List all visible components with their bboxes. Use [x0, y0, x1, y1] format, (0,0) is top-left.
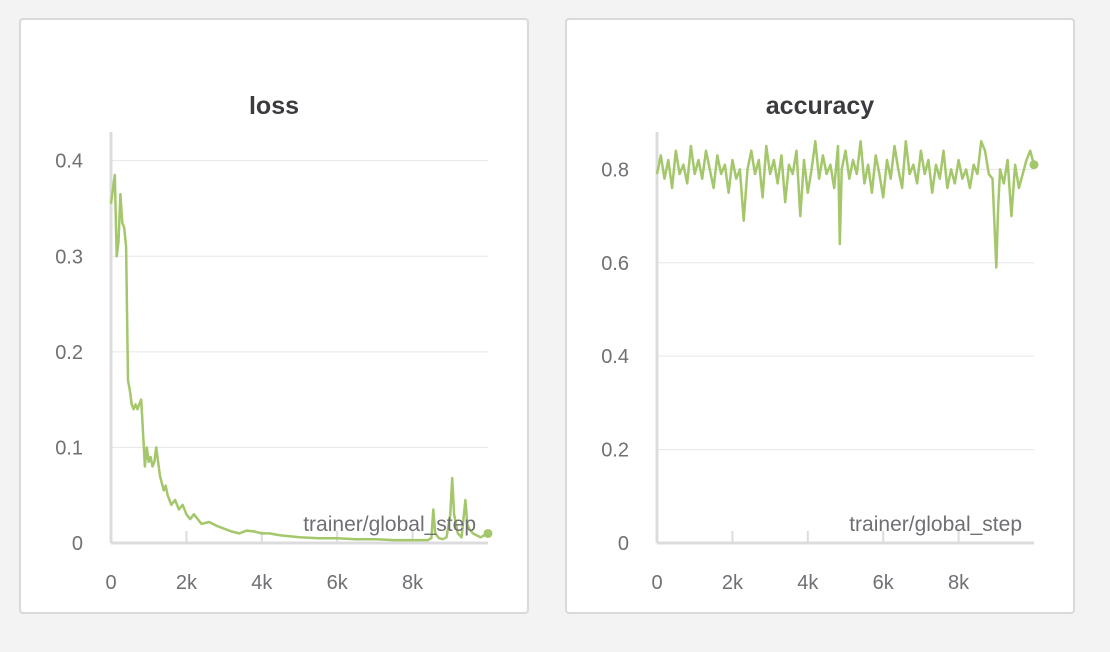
x-tick-label: 2k — [722, 572, 744, 594]
accuracy-panel: accuracy 0 0.2 0.4 0.6 0.8 0 2k 4k 6k 8k trainer/g… — [565, 18, 1075, 614]
y-tick-label: 0.4 — [601, 346, 629, 368]
accuracy-chart: 0 0.2 0.4 0.6 0.8 0 2k 4k 6k 8k trainer/global_ste… — [601, 132, 1039, 594]
series-line — [109, 173, 489, 542]
x-tick-label: 8k — [402, 572, 424, 594]
series-end-point — [1029, 160, 1039, 170]
series-line — [655, 140, 1036, 269]
x-tick-label: 2k — [176, 572, 198, 594]
y-tick-label: 0.8 — [601, 159, 629, 181]
series-end-point — [483, 528, 493, 538]
y-tick-label: 0.6 — [601, 253, 629, 275]
y-tick-label: 0.4 — [55, 151, 83, 173]
y-tick-label: 0 — [618, 533, 629, 555]
x-tick-label: 0 — [651, 572, 662, 594]
x-tick-label: 4k — [251, 572, 273, 594]
x-tick-label: 8k — [948, 572, 970, 594]
y-tick-label: 0.2 — [601, 440, 629, 462]
y-tick-label: 0 — [72, 533, 83, 555]
x-tick-label: 6k — [327, 572, 349, 594]
y-tick-label: 0.2 — [55, 342, 83, 364]
y-tick-label: 0.1 — [55, 437, 83, 459]
y-tick-label: 0.3 — [55, 246, 83, 268]
x-tick-label: 4k — [797, 572, 819, 594]
x-tick-label: 6k — [873, 572, 895, 594]
loss-panel: loss 0 0.1 0.2 0.3 0.4 0 2k 4k 6k 8k trainer/globa… — [19, 18, 529, 614]
loss-chart: 0 0.1 0.2 0.3 0.4 0 2k 4k 6k 8k trainer/global_ste… — [55, 132, 493, 594]
x-axis-label: trainer/global_step — [849, 513, 1022, 536]
x-axis-label: trainer/global_step — [303, 513, 476, 536]
x-tick-label: 0 — [105, 572, 116, 594]
